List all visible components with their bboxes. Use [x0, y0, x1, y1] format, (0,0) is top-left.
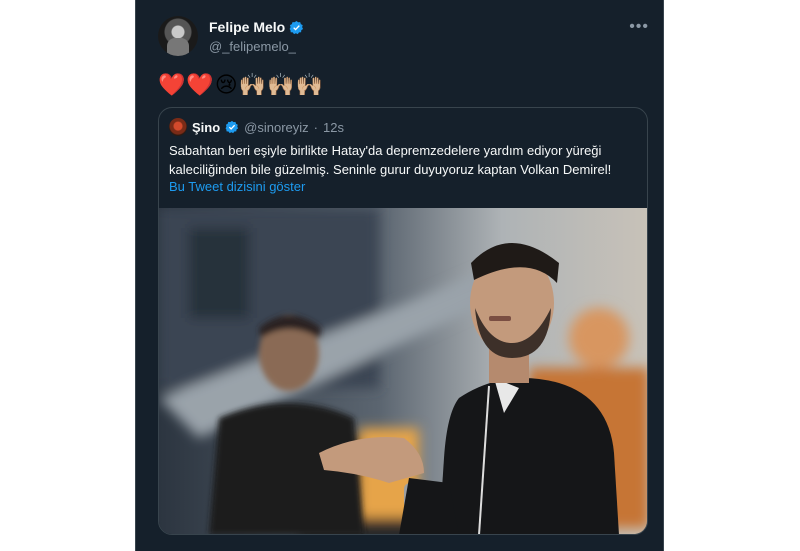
quoted-author-name[interactable]: Şino — [192, 120, 220, 135]
separator-dot: · — [313, 119, 319, 135]
more-icon[interactable]: ••• — [629, 18, 649, 36]
author-name[interactable]: Felipe Melo — [209, 19, 285, 35]
verified-badge-icon — [225, 120, 239, 134]
quoted-avatar[interactable] — [169, 118, 187, 136]
verified-badge-icon — [289, 20, 304, 34]
quoted-tweet[interactable]: Şino @sinoreyiz · 12s Sabahtan beri eşiy… — [158, 107, 648, 535]
show-thread-link[interactable]: Bu Tweet dizisini göster — [169, 179, 305, 194]
photo-coach — [159, 208, 647, 534]
quoted-text: Sabahtan beri eşiyle birlikte Hatay'da d… — [169, 143, 612, 177]
tweet-header: Felipe Melo @_felipemelo_ ••• — [158, 16, 649, 60]
quoted-handle[interactable]: @sinoreyiz — [244, 120, 309, 135]
author-name-row[interactable]: Felipe Melo — [209, 19, 304, 35]
avatar[interactable] — [158, 16, 198, 56]
tweet-text: ❤️❤️😢🙌🏼🙌🏼🙌🏼 — [158, 72, 324, 97]
quoted-header: Şino @sinoreyiz · 12s — [169, 118, 344, 136]
quoted-media-image[interactable] — [159, 208, 647, 534]
tweet-card: Felipe Melo @_felipemelo_ ••• ❤️❤️😢🙌🏼🙌🏼🙌… — [135, 0, 664, 551]
author-handle[interactable]: @_felipemelo_ — [209, 39, 296, 54]
quoted-timestamp[interactable]: 12s — [323, 120, 344, 135]
